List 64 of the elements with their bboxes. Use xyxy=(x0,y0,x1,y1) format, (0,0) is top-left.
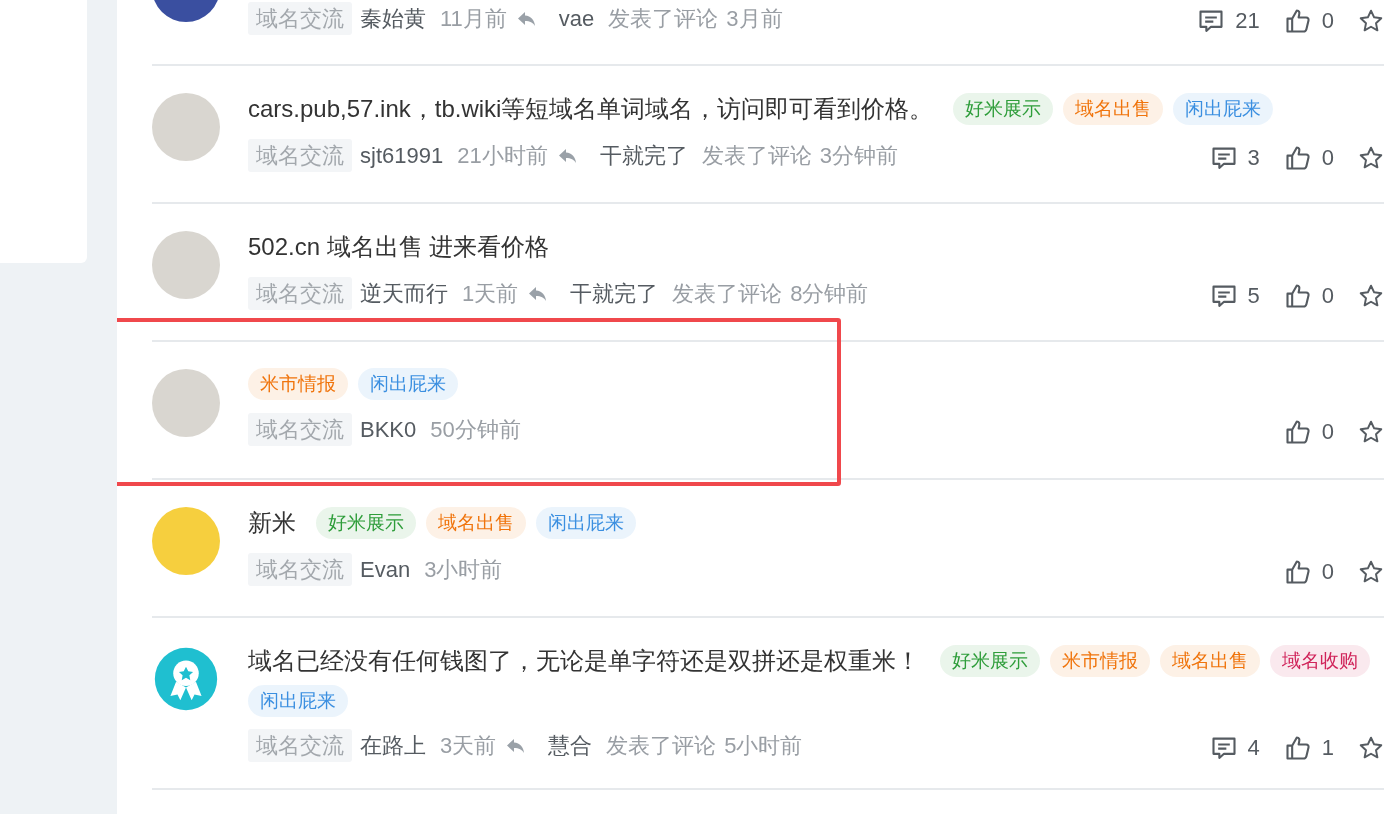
star-icon xyxy=(1358,144,1384,171)
author-name[interactable]: 在路上 xyxy=(360,729,426,762)
post-time: 1天前 xyxy=(462,280,519,308)
like-count: 1 xyxy=(1321,734,1334,762)
reply-action-text: 发表了评论 xyxy=(672,280,783,308)
author-name[interactable]: 逆天而行 xyxy=(360,277,448,310)
post-title[interactable]: 新米 xyxy=(248,505,296,541)
reply-time: 3月前 xyxy=(726,5,783,33)
author-name[interactable]: 秦始黄 xyxy=(360,2,426,35)
tag-label[interactable]: 闲出屁来 xyxy=(536,507,636,539)
post-time: 3天前 xyxy=(440,732,497,760)
replier-name[interactable]: 干就完了 xyxy=(599,139,688,172)
reply-action-text: 发表了评论 xyxy=(606,732,717,760)
star-icon xyxy=(1358,282,1384,309)
like-count: 0 xyxy=(1321,7,1334,35)
author-name[interactable]: sjt61991 xyxy=(360,139,444,172)
tag-label[interactable]: 米市情报 xyxy=(1050,645,1150,677)
tag-label[interactable]: 域名出售 xyxy=(426,507,526,539)
comment-count: 4 xyxy=(1247,734,1260,762)
star-icon xyxy=(1358,418,1384,445)
replier-name[interactable]: vae xyxy=(558,2,595,35)
reply-time: 8分钟前 xyxy=(790,280,869,308)
comment-count: 21 xyxy=(1235,7,1260,35)
tag-label[interactable]: 米市情报 xyxy=(248,368,348,400)
post-time: 50分钟前 xyxy=(430,416,521,444)
category-label[interactable]: 域名交流 xyxy=(248,277,352,310)
author-name[interactable]: Evan xyxy=(360,553,411,586)
like-count: 0 xyxy=(1321,418,1334,446)
post-title[interactable]: 502.cn 域名出售 进来看价格 xyxy=(248,229,550,265)
post-title[interactable]: 域名已经没有任何钱图了，无论是单字符还是双拼还是权重米！ xyxy=(248,643,920,679)
category-label[interactable]: 域名交流 xyxy=(248,553,352,586)
tag-label[interactable]: 闲出屁来 xyxy=(1173,93,1274,125)
tag-label[interactable]: 好米展示 xyxy=(316,507,416,539)
category-label[interactable]: 域名交流 xyxy=(248,2,352,35)
tag-label[interactable]: 域名出售 xyxy=(1063,93,1164,125)
tag-label[interactable]: 域名收购 xyxy=(1270,645,1370,677)
comment-count: 3 xyxy=(1247,144,1260,172)
reply-action-text: 发表了评论 xyxy=(608,5,719,33)
like-count: 0 xyxy=(1321,282,1334,310)
reply-action-text: 发表了评论 xyxy=(701,142,812,170)
star-icon xyxy=(1358,558,1384,585)
comment-count: 5 xyxy=(1247,282,1260,310)
category-label[interactable]: 域名交流 xyxy=(248,729,352,762)
tag-label[interactable]: 好米展示 xyxy=(940,645,1040,677)
post-time: 3小时前 xyxy=(424,556,503,584)
replier-name[interactable]: 干就完了 xyxy=(570,277,659,310)
tag-label[interactable]: 闲出屁来 xyxy=(358,368,458,400)
tag-label[interactable]: 好米展示 xyxy=(953,93,1054,125)
like-count: 0 xyxy=(1321,144,1334,172)
category-label[interactable]: 域名交流 xyxy=(248,139,352,172)
post-time: 21小时前 xyxy=(457,142,548,170)
author-name[interactable]: BKK0 xyxy=(360,413,417,446)
reply-time: 3分钟前 xyxy=(819,142,898,170)
reply-time: 5小时前 xyxy=(724,732,803,760)
star-icon xyxy=(1358,734,1384,761)
tag-label[interactable]: 闲出屁来 xyxy=(248,685,348,717)
post-title[interactable]: cars.pub,57.ink，tb.wiki等短域名单词域名，访问即可看到价格。 xyxy=(248,91,934,127)
category-label[interactable]: 域名交流 xyxy=(248,413,352,446)
star-icon xyxy=(1358,7,1384,34)
medal-avatar-icon xyxy=(152,645,220,713)
tag-label[interactable]: 域名出售 xyxy=(1160,645,1260,677)
replier-name[interactable]: 慧合 xyxy=(548,729,593,762)
post-time: 11月前 xyxy=(440,5,507,33)
like-count: 0 xyxy=(1321,558,1334,586)
